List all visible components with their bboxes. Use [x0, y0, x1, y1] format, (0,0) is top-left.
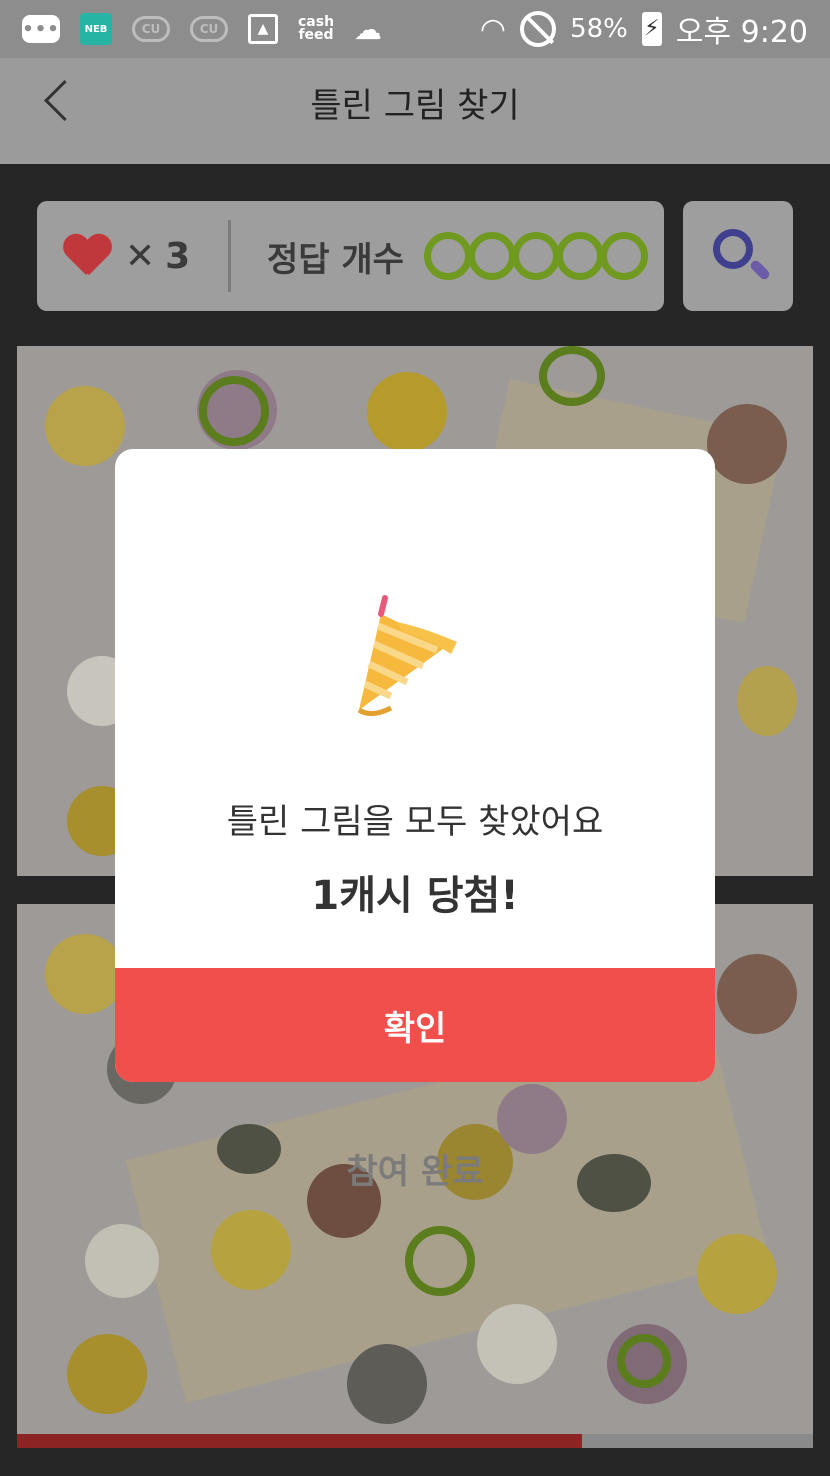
lives-count: 3 — [165, 235, 191, 277]
game-info-bar: ✕ 3 정답 개수 — [37, 201, 664, 311]
answer-found-dot — [467, 232, 516, 280]
hint-search-button[interactable] — [683, 201, 793, 311]
cu-icon: CU — [190, 16, 228, 42]
flower-rice-cake — [707, 404, 787, 484]
chat-icon: ••• — [22, 15, 60, 43]
gallery-icon: ▲ — [248, 14, 278, 44]
flower-rice-cake — [737, 666, 797, 736]
flower-rice-cake — [211, 1210, 291, 1290]
battery-charging-icon: ⚡ — [641, 12, 662, 46]
found-difference-marker — [405, 1226, 475, 1296]
flower-rice-cake — [697, 1234, 777, 1314]
answer-found-dot — [511, 232, 560, 280]
app-header: 틀린 그림 찾기 — [0, 58, 830, 164]
battery-level: 58% — [570, 14, 628, 44]
flower-rice-cake — [347, 1344, 427, 1424]
party-popper-icon — [357, 595, 457, 716]
heart-icon — [63, 235, 111, 277]
flower-rice-cake — [85, 1224, 159, 1298]
participation-complete-label: 참여 완료 — [346, 1152, 484, 1192]
result-dialog: 틀린 그림을 모두 찾았어요 1캐시 당첨! 확인 — [115, 449, 715, 1082]
cloud-icon: ☁ — [354, 12, 383, 46]
do-not-disturb-icon — [520, 11, 557, 47]
time-progress-bar — [17, 1434, 813, 1448]
confirm-button[interactable]: 확인 — [115, 968, 715, 1082]
flower-rice-cake — [45, 386, 125, 466]
prize-text: 1캐시 당첨! — [311, 873, 519, 919]
flower-rice-cake — [477, 1304, 557, 1384]
neb-icon: NEB — [80, 13, 112, 45]
lives-counter: ✕ 3 — [37, 220, 231, 292]
status-bar: ••• NEB CU CU ▲ cash feed ☁ ◠ 58% ⚡ 오후 9:… — [0, 0, 830, 58]
answer-found-dot — [555, 232, 604, 280]
found-difference-marker — [617, 1334, 671, 1388]
answer-found-dot — [599, 232, 648, 280]
answer-count-indicator — [423, 232, 648, 280]
clock: 오후 9:20 — [675, 15, 808, 50]
cu-icon: CU — [132, 16, 170, 42]
search-icon — [713, 229, 753, 269]
flower-rice-cake — [45, 934, 125, 1014]
wifi-icon: ◠ — [479, 11, 507, 47]
flower-rice-cake — [67, 1334, 147, 1414]
answer-count-label: 정답 개수 — [267, 239, 404, 280]
flower-rice-cake — [367, 372, 447, 452]
time-progress-fill — [17, 1434, 583, 1448]
flower-rice-cake — [717, 954, 797, 1034]
dialog-message: 틀린 그림을 모두 찾았어요 — [226, 802, 604, 842]
found-difference-marker — [539, 346, 605, 406]
page-title: 틀린 그림 찾기 — [310, 86, 520, 126]
cashfeed-icon: cash feed — [298, 14, 335, 43]
answer-found-dot — [423, 232, 472, 280]
found-difference-marker — [199, 376, 269, 446]
multiply-icon: ✕ — [125, 235, 156, 277]
